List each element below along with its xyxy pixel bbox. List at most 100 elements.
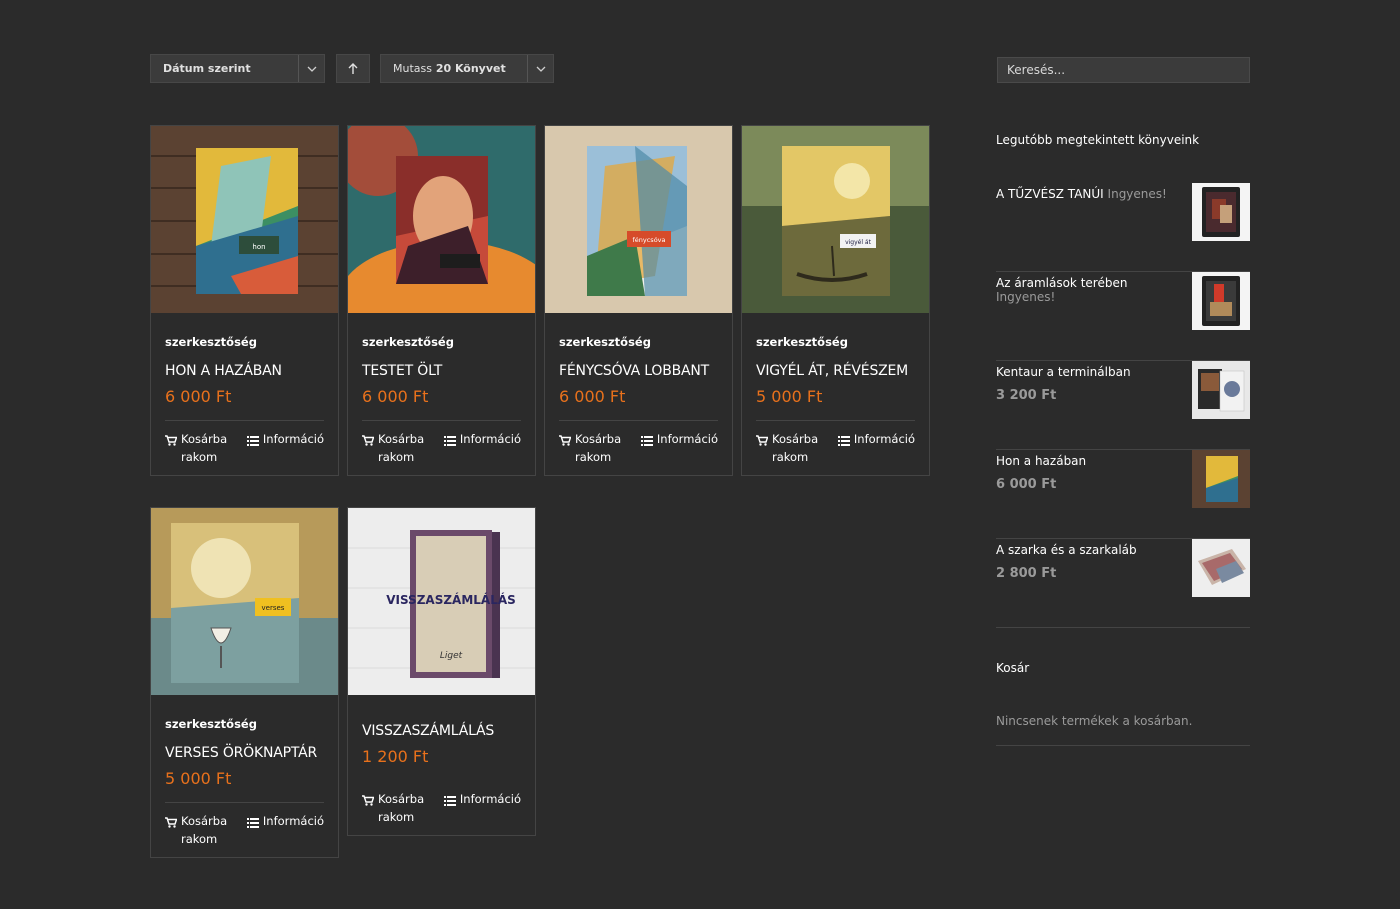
product-author: szerkesztőség	[362, 335, 454, 349]
recent-item[interactable]: Hon a hazában 6 000 Ft	[996, 450, 1250, 539]
recent-item-thumbnail[interactable]	[1192, 450, 1250, 508]
recent-item-price: 3 200 Ft	[996, 388, 1057, 403]
add-to-cart-label: Kosárba rakom	[575, 432, 622, 464]
divider	[996, 745, 1250, 746]
cover-title-text: vigyél át	[845, 239, 872, 246]
search-input[interactable]	[997, 57, 1250, 83]
book-cover-image[interactable]: VISSZASZÁMLÁLÁS Liget	[348, 508, 535, 695]
sort-order-button[interactable]	[336, 54, 370, 83]
product-title[interactable]: HON A HAZÁBAN	[165, 363, 324, 379]
product-price: 6 000 Ft	[559, 387, 626, 406]
info-button[interactable]: Információ	[443, 790, 521, 835]
cover-title-text: fénycsóva	[632, 236, 665, 244]
sort-select-label: Dátum szerint	[163, 62, 251, 75]
recent-item[interactable]: Kentaur a terminálban 3 200 Ft	[996, 361, 1250, 450]
product-card: fénycsóva szerkesztőség FÉNYCSÓVA LOBBAN…	[544, 125, 733, 476]
book-cover-image[interactable]: hon	[151, 126, 338, 313]
product-title[interactable]: VISSZASZÁMLÁLÁS	[362, 723, 521, 739]
list-icon	[246, 430, 263, 475]
book-cover-image[interactable]: fénycsóva	[545, 126, 732, 313]
add-to-cart-label: Kosárba rakom	[378, 432, 425, 464]
product-price: 5 000 Ft	[756, 387, 823, 406]
recent-item[interactable]: A TŰZVÉSZ TANÚI Ingyenes!	[996, 183, 1250, 272]
recent-item-thumbnail[interactable]	[1192, 272, 1250, 330]
product-author: szerkesztőség	[165, 335, 257, 349]
recent-item-price: 6 000 Ft	[996, 477, 1057, 492]
product-title[interactable]: VERSES ÖRÖKNAPTÁR	[165, 745, 324, 761]
product-card: hon szerkesztőség HON A HAZÁBAN 6 000 Ft…	[150, 125, 339, 476]
recent-item-name[interactable]: Az áramlások terében	[996, 276, 1127, 290]
info-label: Információ	[656, 432, 718, 446]
add-to-cart-button[interactable]: Kosárba rakom	[362, 430, 426, 475]
recent-item[interactable]: A szarka és a szarkaláb 2 800 Ft	[996, 539, 1250, 628]
add-to-cart-button[interactable]: Kosárba rakom	[165, 430, 229, 475]
chevron-down-icon	[527, 55, 553, 82]
cart-icon	[165, 430, 181, 475]
cover-title-text: VISSZASZÁMLÁLÁS	[386, 592, 516, 607]
info-label: Információ	[853, 432, 915, 446]
info-label: Információ	[262, 432, 324, 446]
info-label: Információ	[459, 792, 521, 806]
recent-item-name[interactable]: Hon a hazában	[996, 454, 1086, 468]
info-button[interactable]: Információ	[837, 430, 915, 475]
add-to-cart-button[interactable]: Kosárba rakom	[559, 430, 623, 475]
product-author: szerkesztőség	[756, 335, 848, 349]
per-page-select[interactable]: Mutass 20 Könyvet	[380, 54, 554, 83]
info-button[interactable]: Információ	[246, 430, 324, 475]
product-card: vigyél át szerkesztőség VIGYÉL ÁT, RÉVÉS…	[741, 125, 930, 476]
cart-icon	[559, 430, 575, 475]
cart-icon	[362, 430, 378, 475]
add-to-cart-label: Kosárba rakom	[378, 792, 425, 824]
add-to-cart-label: Kosárba rakom	[181, 432, 228, 464]
cart-icon	[362, 790, 378, 835]
cart-title: Kosár	[996, 661, 1030, 675]
product-card: verses szerkesztőség VERSES ÖRÖKNAPTÁR 5…	[150, 507, 339, 858]
product-title[interactable]: VIGYÉL ÁT, RÉVÉSZEM	[756, 363, 915, 379]
add-to-cart-label: Kosárba rakom	[772, 432, 819, 464]
info-button[interactable]: Információ	[640, 430, 718, 475]
product-author: szerkesztőség	[559, 335, 651, 349]
product-price: 5 000 Ft	[165, 769, 232, 788]
list-icon	[246, 812, 263, 857]
info-label: Információ	[459, 432, 521, 446]
recent-item-thumbnail[interactable]	[1192, 539, 1250, 597]
list-icon	[443, 430, 460, 475]
product-price: 6 000 Ft	[165, 387, 232, 406]
cover-title-text: verses	[262, 604, 285, 612]
product-card: szerkesztőség TESTET ÖLT 6 000 Ft Kosárb…	[347, 125, 536, 476]
recent-item-thumbnail[interactable]	[1192, 183, 1250, 241]
book-cover-image[interactable]: vigyél át	[742, 126, 929, 313]
add-to-cart-button[interactable]: Kosárba rakom	[165, 812, 229, 857]
publisher-logo: Liget	[440, 651, 463, 661]
info-button[interactable]: Információ	[246, 812, 324, 857]
product-price: 6 000 Ft	[362, 387, 429, 406]
info-label: Információ	[262, 814, 324, 828]
product-card: VISSZASZÁMLÁLÁS Liget VISSZASZÁMLÁLÁS 1 …	[347, 507, 536, 836]
recent-item-price: 2 800 Ft	[996, 566, 1057, 581]
recent-item-name[interactable]: A szarka és a szarkaláb	[996, 543, 1137, 557]
book-cover-image[interactable]	[348, 126, 535, 313]
arrow-up-icon	[348, 62, 358, 74]
sort-select[interactable]: Dátum szerint	[150, 54, 325, 83]
recent-item-name[interactable]: Kentaur a terminálban	[996, 365, 1131, 379]
product-title[interactable]: FÉNYCSÓVA LOBBANT	[559, 363, 718, 379]
recent-item[interactable]: Az áramlások terében Ingyenes!	[996, 272, 1250, 361]
add-to-cart-button[interactable]: Kosárba rakom	[756, 430, 820, 475]
per-page-prefix: Mutass	[393, 62, 432, 75]
recently-viewed-title: Legutóbb megtekintett könyveink	[996, 133, 1200, 147]
info-button[interactable]: Információ	[443, 430, 521, 475]
book-cover-image[interactable]: verses	[151, 508, 338, 695]
recent-item-thumbnail[interactable]	[1192, 361, 1250, 419]
list-icon	[837, 430, 854, 475]
cart-empty-message: Nincsenek termékek a kosárban.	[996, 714, 1193, 728]
cover-title-text: hon	[252, 243, 265, 251]
product-title[interactable]: TESTET ÖLT	[362, 363, 521, 379]
add-to-cart-label: Kosárba rakom	[181, 814, 228, 846]
product-price: 1 200 Ft	[362, 747, 429, 766]
per-page-value: 20 Könyvet	[435, 62, 506, 75]
product-author: szerkesztőség	[165, 717, 257, 731]
chevron-down-icon	[298, 55, 324, 82]
add-to-cart-button[interactable]: Kosárba rakom	[362, 790, 426, 835]
shop-toolbar: Dátum szerint Mutass 20 Könyvet	[150, 54, 554, 83]
recent-item-name[interactable]: A TŰZVÉSZ TANÚI	[996, 187, 1104, 201]
